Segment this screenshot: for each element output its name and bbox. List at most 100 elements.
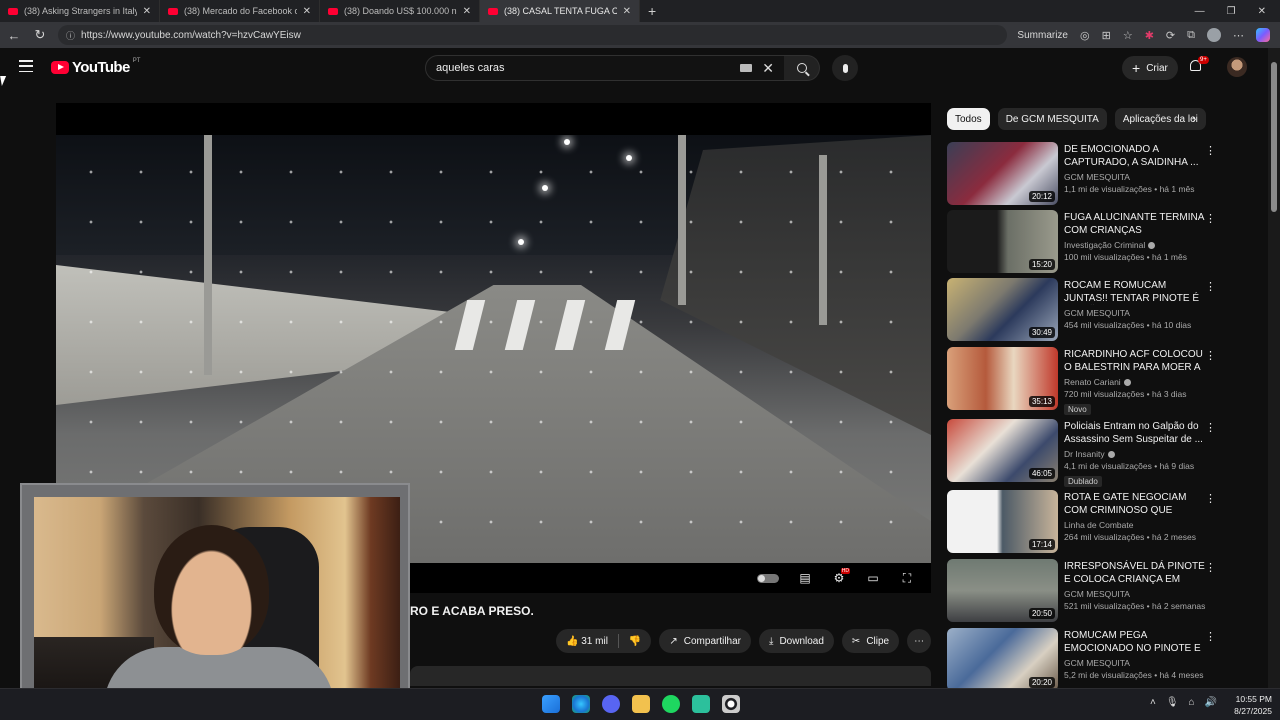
filter-chip[interactable]: Todos [947, 108, 990, 130]
refresh-icon[interactable]: ↻ [32, 27, 48, 43]
close-window-icon[interactable]: ✕ [1258, 6, 1266, 17]
channel-name[interactable]: GCM MESQUITA [1064, 589, 1130, 599]
start-icon[interactable] [542, 695, 560, 713]
voice-search-button[interactable] [832, 55, 858, 81]
close-tab-icon[interactable]: ✕ [463, 6, 471, 17]
video-title-link[interactable]: Policiais Entram no Galpão do Assassino … [1064, 420, 1206, 446]
notifications-button[interactable]: 9+ [1190, 56, 1209, 74]
list-item[interactable]: 15:20 FUGA ALUCINANTE TERMINA COM CRIANÇA… [947, 210, 1217, 274]
list-item[interactable]: 35:13 RICARDINHO ACF COLOCOU O BALESTRIN … [947, 347, 1217, 415]
list-item[interactable]: 20:12 DE EMOCIONADO A CAPTURADO, A SAIDIN… [947, 142, 1217, 206]
extensions-puzzle-icon[interactable]: ⧉ [1187, 29, 1195, 42]
video-title-link[interactable]: ROCAM E ROMUCAM JUNTAS!! TENTAR PINOTE É… [1064, 279, 1206, 305]
list-item[interactable]: 46:05 Policiais Entram no Galpão do Assas… [947, 419, 1217, 487]
back-icon[interactable]: ← [6, 28, 22, 43]
youtube-logo[interactable]: YouTube PT [51, 58, 140, 76]
channel-name[interactable]: GCM MESQUITA [1064, 658, 1130, 668]
video-title-link[interactable]: IRRESPONSÁVEL DÁ PINOTE E COLOCA CRIANÇA… [1064, 560, 1206, 586]
channel-name[interactable]: Dr Insanity [1064, 449, 1105, 459]
video-thumbnail[interactable]: 15:20 [947, 210, 1058, 273]
channel-name[interactable]: Linha de Combate [1064, 520, 1133, 530]
create-button[interactable]: + Criar [1122, 56, 1178, 80]
kebab-menu-icon[interactable]: ⋮ [1205, 492, 1216, 505]
site-info-icon[interactable]: ⓘ [66, 29, 75, 42]
edge-icon[interactable] [572, 695, 590, 713]
video-title-link[interactable]: ROTA E GATE NEGOCIAM COM CRIMINOSO QUE M… [1064, 491, 1206, 517]
channel-name[interactable]: Renato Cariani [1064, 377, 1121, 387]
clip-button[interactable]: ✂ Clipe [841, 629, 900, 653]
browser-tab[interactable]: (38) Mercado do Facebook com p✕ [160, 0, 320, 22]
app-icon[interactable] [692, 695, 710, 713]
video-thumbnail[interactable]: 20:50 [947, 559, 1058, 622]
video-thumbnail[interactable]: 20:20 [947, 628, 1058, 691]
address-bar[interactable]: ⓘ https://www.youtube.com/watch?v=hzvCaw… [58, 25, 1008, 45]
kebab-menu-icon[interactable]: ⋮ [1205, 349, 1216, 362]
share-button[interactable]: ↗ Compartilhar [659, 629, 752, 653]
kebab-menu-icon[interactable]: ⋮ [1205, 212, 1216, 225]
copilot-icon[interactable] [1256, 28, 1270, 42]
more-menu-icon[interactable]: ⋯ [1233, 29, 1244, 42]
keyboard-icon[interactable] [740, 64, 753, 72]
channel-name[interactable]: GCM MESQUITA [1064, 308, 1130, 318]
list-item[interactable]: 20:50 IRRESPONSÁVEL DÁ PINOTE E COLOCA CR… [947, 559, 1217, 623]
favorite-star-icon[interactable]: ☆ [1123, 29, 1133, 42]
volume-icon[interactable]: 🔊 [1205, 697, 1217, 708]
search-input[interactable]: aqueles caras ✕ [425, 55, 785, 81]
mic-tray-icon[interactable]: 🎙 [1166, 697, 1179, 708]
extension-icon[interactable]: ✱ [1145, 29, 1154, 42]
browser-tab[interactable]: (38) CASAL TENTA FUGA COM M✕ [480, 0, 640, 22]
kebab-menu-icon[interactable]: ⋮ [1205, 144, 1216, 157]
channel-name[interactable]: GCM MESQUITA [1064, 172, 1130, 182]
download-button[interactable]: ⤓ Download [759, 629, 834, 653]
close-tab-icon[interactable]: ✕ [303, 6, 311, 17]
scrollbar[interactable] [1268, 48, 1280, 688]
list-item[interactable]: 20:20 ROMUCAM PEGA EMOCIONADO NO PINOTE E… [947, 628, 1217, 692]
file-explorer-icon[interactable] [632, 695, 650, 713]
video-title-link[interactable]: RICARDINHO ACF COLOCOU O BALESTRIN PARA … [1064, 348, 1206, 374]
browser-tab[interactable]: (38) Asking Strangers in Italy to Pi✕ [0, 0, 160, 22]
list-item[interactable]: 30:49 ROCAM E ROMUCAM JUNTAS!! TENTAR PIN… [947, 278, 1217, 342]
network-icon[interactable]: ⌂ [1189, 697, 1195, 708]
sync-icon[interactable]: ⟳ [1166, 29, 1175, 42]
obs-icon[interactable] [722, 695, 740, 713]
subtitles-icon[interactable]: ▤ [797, 571, 813, 585]
fullscreen-icon[interactable]: ⛶ [899, 571, 915, 586]
dislike-icon[interactable]: 👎 [629, 636, 641, 647]
description-box[interactable] [410, 666, 931, 686]
autoplay-toggle[interactable] [757, 573, 779, 583]
kebab-menu-icon[interactable]: ⋮ [1205, 280, 1216, 293]
discord-icon[interactable] [602, 695, 620, 713]
avatar[interactable] [1227, 57, 1247, 77]
video-thumbnail[interactable]: 17:14 [947, 490, 1058, 553]
new-tab-button[interactable]: + [640, 3, 664, 19]
video-thumbnail[interactable]: 46:05 [947, 419, 1058, 482]
close-tab-icon[interactable]: ✕ [623, 6, 631, 17]
video-thumbnail[interactable]: 30:49 [947, 278, 1058, 341]
menu-icon[interactable] [19, 60, 33, 72]
restore-icon[interactable]: ❐ [1227, 6, 1236, 17]
read-aloud-icon[interactable]: ◎ [1080, 29, 1090, 42]
more-actions-button[interactable]: ⋯ [907, 629, 932, 653]
channel-name[interactable]: Investigação Criminal [1064, 240, 1145, 250]
close-tab-icon[interactable]: ✕ [143, 6, 151, 17]
video-title-link[interactable]: FUGA ALUCINANTE TERMINA COM CRIANÇAS ATR… [1064, 211, 1206, 237]
browser-tab[interactable]: (38) Doando US$ 100.000 na Áfric✕ [320, 0, 480, 22]
spotify-icon[interactable] [662, 695, 680, 713]
minimize-icon[interactable]: — [1195, 6, 1205, 17]
kebab-menu-icon[interactable]: ⋮ [1205, 630, 1216, 643]
video-title-link[interactable]: DE EMOCIONADO A CAPTURADO, A SAIDINHA ..… [1064, 143, 1206, 169]
apps-icon[interactable]: ⊞ [1102, 29, 1111, 42]
chevron-right-icon[interactable]: › [1192, 111, 1196, 126]
kebab-menu-icon[interactable]: ⋮ [1205, 561, 1216, 574]
filter-chip[interactable]: De GCM MESQUITA [997, 108, 1107, 130]
clock[interactable]: 10:55 PM 8/27/2025 [1226, 693, 1272, 717]
list-item[interactable]: 17:14 ROTA E GATE NEGOCIAM COM CRIMINOSO … [947, 490, 1217, 554]
tray-chevron-icon[interactable]: ˄ [1150, 697, 1156, 708]
video-thumbnail[interactable]: 35:13 [947, 347, 1058, 410]
profile-icon[interactable] [1207, 28, 1221, 42]
kebab-menu-icon[interactable]: ⋮ [1205, 421, 1216, 434]
video-title-link[interactable]: ROMUCAM PEGA EMOCIONADO NO PINOTE E ... [1064, 629, 1206, 655]
search-button[interactable] [784, 55, 820, 81]
like-button[interactable]: 👍 31 mil [566, 636, 608, 647]
theater-mode-icon[interactable]: ▭ [865, 571, 881, 585]
